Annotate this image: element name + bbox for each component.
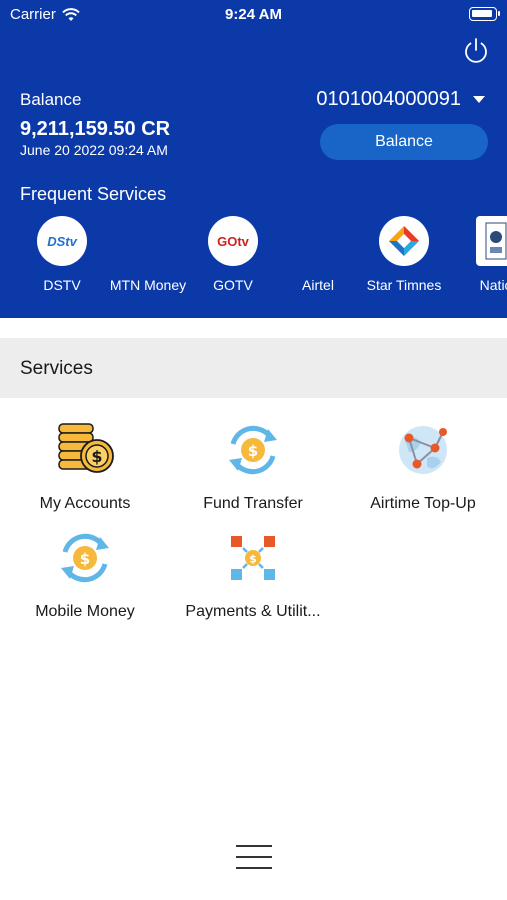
balance-date: June 20 2022 09:24 AM <box>20 142 168 158</box>
svg-text:$: $ <box>248 442 258 460</box>
service-label: Airtime Top-Up <box>370 495 476 512</box>
status-time: 9:24 AM <box>225 6 282 23</box>
service-fund-transfer[interactable]: $ Fund Transfer <box>168 418 338 513</box>
national-logo-icon <box>476 216 507 266</box>
menu-line <box>236 867 272 869</box>
frequent-item-gotv[interactable]: GOtv GOTV <box>185 216 281 293</box>
frequent-item-label: Natio <box>479 277 507 293</box>
hamburger-menu-icon[interactable] <box>236 842 272 872</box>
frequent-item-label: Airtel <box>302 277 334 293</box>
service-payments-utilities[interactable]: $ Payments & Utilit... <box>168 526 338 621</box>
dstv-logo-text: DStv <box>47 233 77 249</box>
gotv-logo-text: GOtv <box>217 233 249 249</box>
mtn-money-logo-icon <box>123 216 173 266</box>
transfer-icon: $ <box>61 533 109 583</box>
svg-text:$: $ <box>249 553 257 566</box>
balance-button[interactable]: Balance <box>320 124 488 160</box>
frequent-item-dstv[interactable]: DStv DSTV <box>14 216 110 293</box>
status-bar: Carrier 9:24 AM <box>0 0 507 30</box>
frequent-item-label: GOTV <box>213 277 253 293</box>
account-number: 0101004000091 <box>316 88 461 110</box>
frequent-item-startimes[interactable]: Star Timnes <box>356 216 452 293</box>
frequent-item-label: DSTV <box>43 277 81 293</box>
frequent-item-mtn-money[interactable]: MTN Money <box>100 216 196 293</box>
menu-line <box>236 856 272 858</box>
airtel-logo-icon <box>293 216 343 266</box>
services-title: Services <box>20 358 93 379</box>
account-header: Carrier 9:24 AM Balance 9,211,159.50 CR … <box>0 0 507 318</box>
services-section-header: Services <box>0 338 507 398</box>
balance-label: Balance <box>20 90 82 109</box>
svg-text:$: $ <box>91 447 102 466</box>
frequent-item-airtel[interactable]: Airtel <box>270 216 366 293</box>
battery-icon <box>469 7 500 21</box>
service-mobile-money[interactable]: $ Mobile Money <box>0 526 170 621</box>
frequent-item-label: Star Timnes <box>366 277 442 293</box>
frequent-services-title: Frequent Services <box>20 184 167 204</box>
service-label: Mobile Money <box>35 603 135 620</box>
svg-text:$: $ <box>80 550 90 568</box>
gotv-logo-icon: GOtv <box>208 216 258 266</box>
transfer-icon: $ <box>229 425 277 475</box>
power-icon[interactable] <box>461 36 491 66</box>
chevron-down-icon <box>473 96 485 103</box>
account-selector[interactable]: 0101004000091 <box>316 88 485 111</box>
frequent-services-list[interactable]: DStv DSTV MTN Money GOtv GOTV Airtel Sta… <box>0 216 507 306</box>
menu-line <box>236 845 272 847</box>
startimes-logo-icon <box>379 216 429 266</box>
startimes-star-icon <box>389 226 419 256</box>
frequent-item-national[interactable]: Natio <box>448 216 507 293</box>
crest-icon <box>485 222 507 260</box>
frequent-item-label: MTN Money <box>109 277 187 293</box>
globe-network-icon <box>399 426 447 474</box>
service-airtime-topup[interactable]: Airtime Top-Up <box>338 418 507 513</box>
dstv-logo-icon: DStv <box>37 216 87 266</box>
service-label: Fund Transfer <box>203 495 303 512</box>
balance-amount: 9,211,159.50 CR <box>20 118 171 140</box>
coins-icon: $ <box>58 423 114 473</box>
payments-icon: $ <box>231 536 275 580</box>
service-label: My Accounts <box>39 495 131 512</box>
service-label: Payments & Utilit... <box>185 603 321 620</box>
service-my-accounts[interactable]: $ My Accounts <box>0 418 170 513</box>
